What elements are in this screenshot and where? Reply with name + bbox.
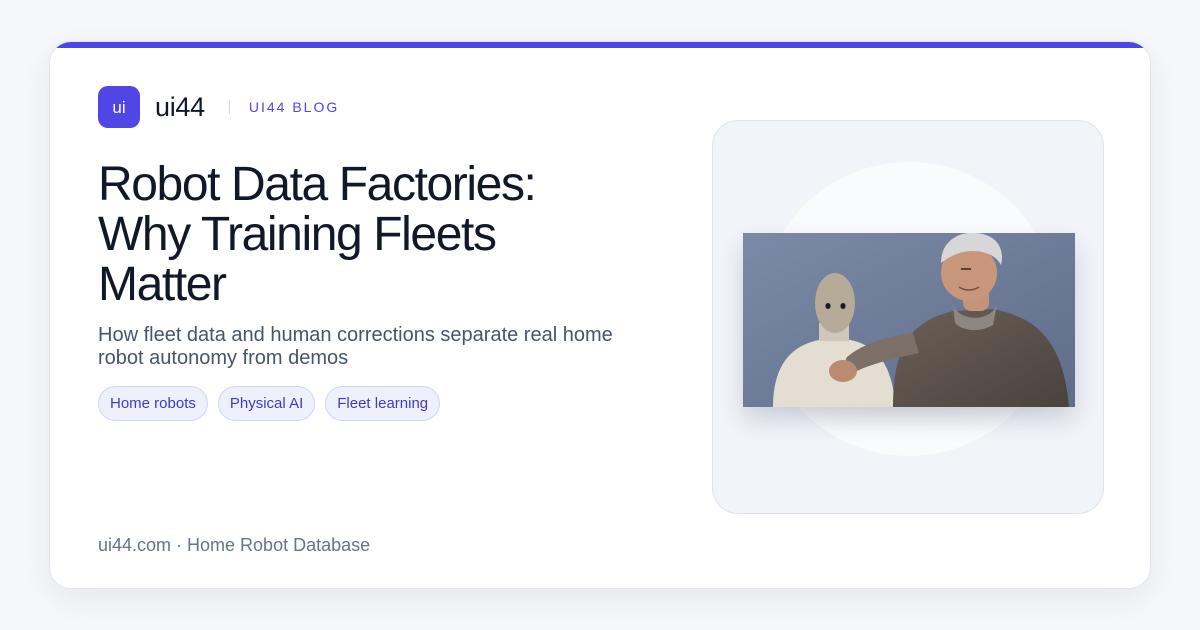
brand-divider bbox=[228, 100, 230, 114]
brand-logo: ui bbox=[98, 86, 140, 128]
tag-fleet-learning: Fleet learning bbox=[325, 386, 441, 421]
brand-header: ui ui44 UI44 BLOG bbox=[98, 86, 339, 128]
share-card: ui ui44 UI44 BLOG Robot Data Factories: … bbox=[49, 41, 1151, 589]
tag-physical-ai: Physical AI bbox=[217, 386, 316, 421]
tag-list: Home robots Physical AI Fleet learning bbox=[98, 386, 441, 421]
footer-text: ui44.com · Home Robot Database bbox=[98, 535, 371, 555]
article-subtitle: How fleet data and human corrections sep… bbox=[98, 324, 613, 369]
hero-image-panel bbox=[712, 120, 1104, 514]
tag-home-robots: Home robots bbox=[98, 386, 208, 421]
brand-name: ui44 bbox=[155, 91, 205, 122]
accent-bar bbox=[50, 42, 1150, 48]
hero-photo-man-with-humanoid-robot bbox=[743, 233, 1075, 407]
blog-label: UI44 BLOG bbox=[248, 99, 340, 115]
article-title: Robot Data Factories: Why Training Fleet… bbox=[98, 158, 537, 311]
